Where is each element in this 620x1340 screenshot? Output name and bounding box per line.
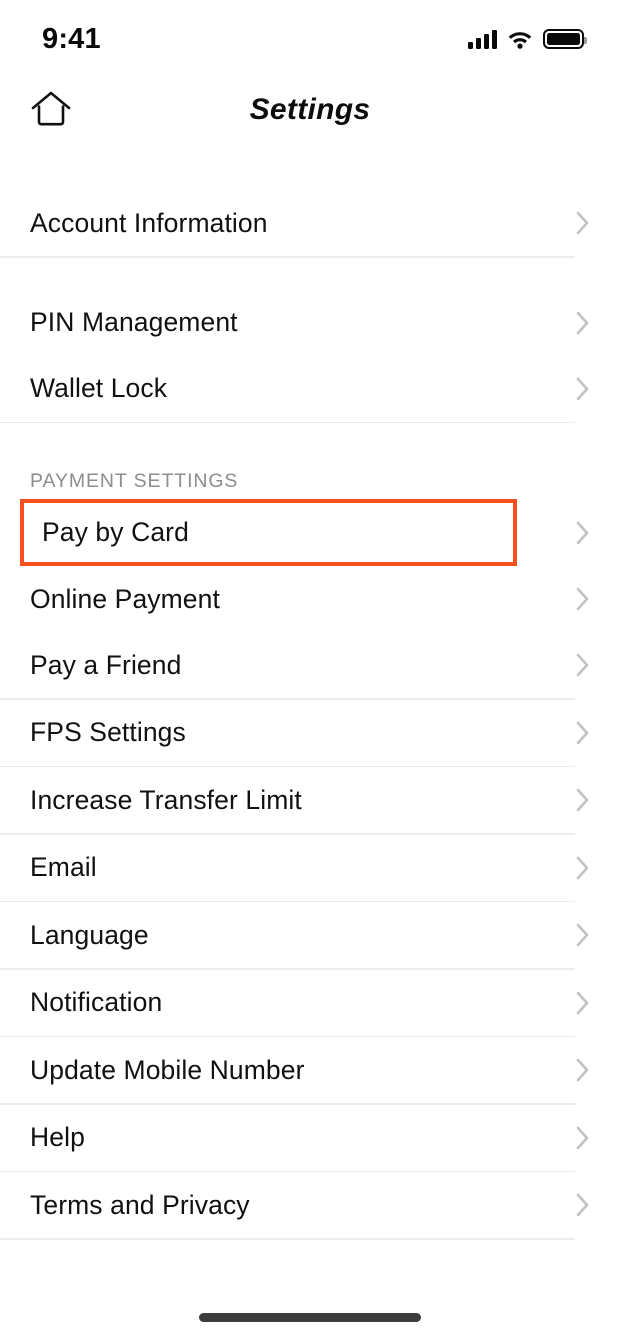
list-item-online-payment[interactable]: Online Payment [0, 566, 620, 632]
list-divider [0, 1238, 575, 1240]
list-item-label: PIN Management [30, 307, 238, 338]
list-item-account-information[interactable]: Account Information [0, 190, 620, 256]
chevron-right-icon [576, 587, 589, 611]
list-item-fps-settings[interactable]: FPS Settings [0, 699, 620, 766]
chevron-right-icon [576, 721, 589, 744]
chevron-right-icon [576, 1058, 589, 1082]
list-item-pay-by-card[interactable]: Pay by Card [0, 499, 620, 566]
list-item-label: Update Mobile Number [30, 1054, 305, 1085]
chevron-right-icon [576, 856, 589, 879]
list-item-notification[interactable]: Notification [0, 969, 620, 1036]
home-indicator-bar [199, 1313, 421, 1322]
section-header-label: PAYMENT SETTINGS [30, 470, 239, 492]
list-item-terms-and-privacy[interactable]: Terms and Privacy [0, 1172, 620, 1238]
status-bar: 9:41 [0, 0, 620, 72]
wifi-icon [508, 32, 532, 49]
page-title: Settings [249, 93, 371, 126]
settings-list: Account Information PIN Management Wallet … [0, 190, 620, 1240]
cellular-signal-icon [468, 29, 497, 49]
list-item-label: Notification [30, 987, 163, 1018]
list-item-update-mobile-number[interactable]: Update Mobile Number [0, 1037, 620, 1103]
chevron-right-icon [576, 653, 589, 677]
chevron-right-icon [576, 788, 589, 812]
list-item-label: Help [30, 1122, 85, 1153]
list-item-language[interactable]: Language [0, 902, 620, 968]
nav-bar: Settings [0, 72, 620, 150]
status-time: 9:41 [42, 22, 101, 55]
list-item-email[interactable]: Email [0, 834, 620, 901]
chevron-right-icon [576, 991, 589, 1014]
list-section-gap [0, 257, 620, 290]
list-item-label: Wallet Lock [30, 373, 168, 404]
list-item-wallet-lock[interactable]: Wallet Lock [0, 355, 620, 422]
list-item-label: Pay by Card [42, 517, 189, 548]
list-section-gap [0, 423, 620, 455]
list-item-label: Terms and Privacy [30, 1189, 250, 1220]
list-item-increase-transfer-limit[interactable]: Increase Transfer Limit [0, 767, 620, 833]
chevron-right-icon [576, 211, 589, 235]
list-item-label: Account Information [30, 207, 268, 238]
list-item-pin-management[interactable]: PIN Management [0, 289, 620, 356]
list-item-help[interactable]: Help [0, 1104, 620, 1171]
chevron-right-icon [576, 377, 589, 400]
list-item-label: Pay a Friend [30, 649, 182, 680]
chevron-right-icon [576, 923, 589, 947]
status-icons [468, 29, 587, 49]
list-item-label: FPS Settings [30, 717, 186, 748]
chevron-right-icon [576, 1126, 589, 1149]
list-item-label: Online Payment [30, 583, 220, 614]
chevron-right-icon [576, 311, 589, 334]
chevron-right-icon [576, 1193, 589, 1217]
section-header-payment-settings: PAYMENT SETTINGS [0, 455, 620, 499]
list-item-pay-a-friend[interactable]: Pay a Friend [0, 632, 620, 698]
battery-full-icon [543, 29, 587, 49]
list-item-label: Language [30, 919, 149, 950]
chevron-right-icon [576, 521, 589, 544]
list-item-label: Increase Transfer Limit [30, 784, 302, 815]
list-item-label: Email [30, 852, 97, 883]
